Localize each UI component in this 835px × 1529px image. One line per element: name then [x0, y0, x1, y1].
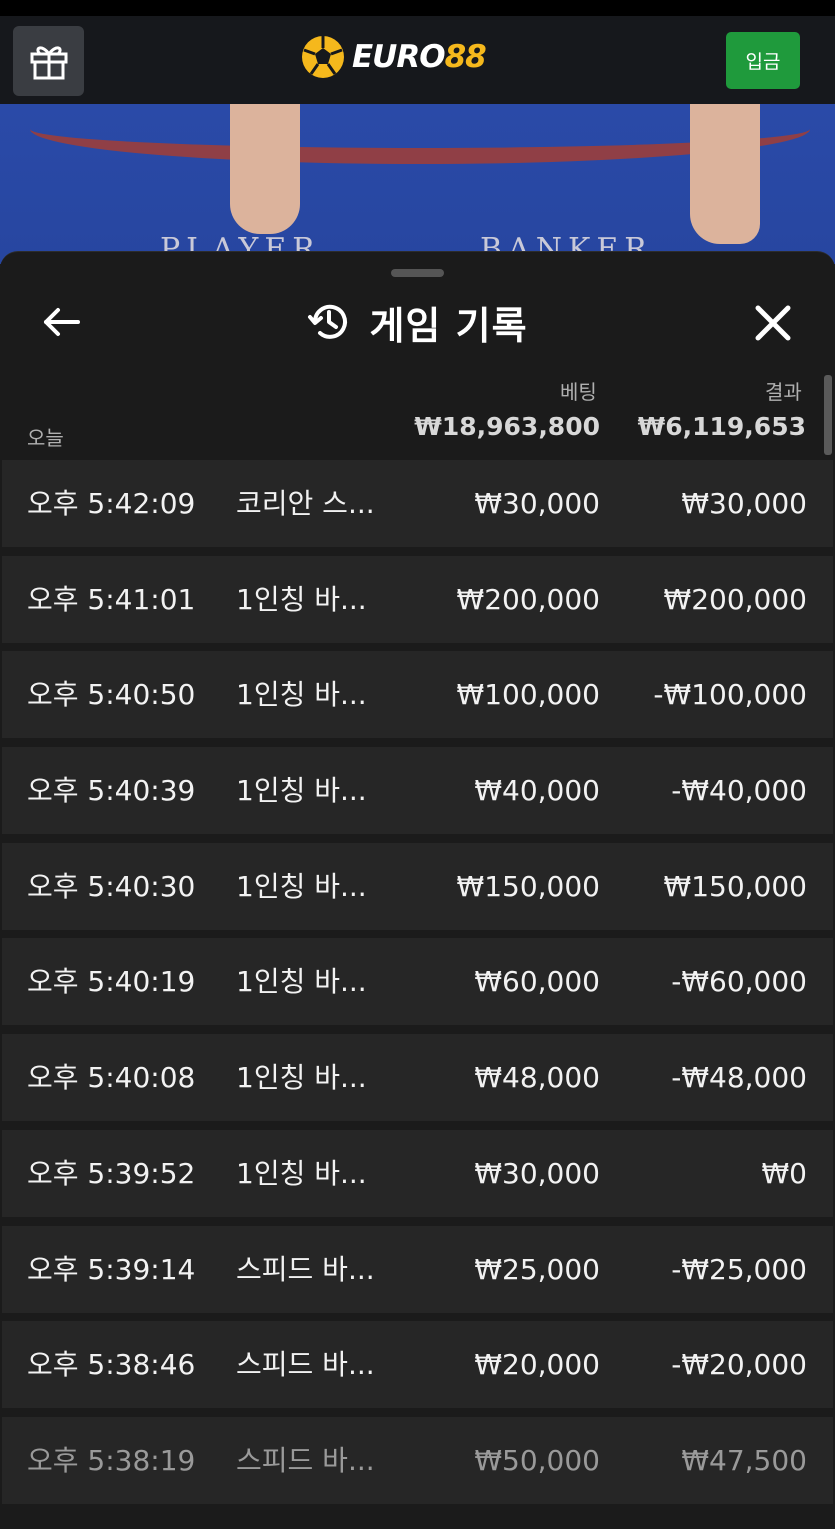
row-game: 1인칭 바... — [236, 869, 367, 903]
table-row[interactable]: 오후 5:40:39 1인칭 바... ₩40,000 -₩40,000 — [2, 747, 833, 835]
gift-button[interactable] — [13, 26, 84, 96]
sheet-title: 게임 기록 — [369, 303, 528, 348]
row-game: 1인칭 바... — [236, 582, 367, 616]
row-time: 오후 5:41:01 — [27, 582, 196, 616]
row-game: 스피드 바... — [236, 1252, 375, 1286]
history-list: 오후 5:42:09 코리안 스... ₩30,000 ₩30,000 오후 5… — [2, 460, 833, 1513]
status-bar — [0, 0, 835, 16]
row-time: 오후 5:40:30 — [27, 869, 196, 903]
table-row[interactable]: 오후 5:42:09 코리안 스... ₩30,000 ₩30,000 — [2, 460, 833, 547]
bet-column-header: 베팅 — [560, 380, 597, 404]
row-game: 1인칭 바... — [236, 774, 367, 808]
row-bet: ₩150,000 — [456, 869, 600, 903]
row-bet: ₩48,000 — [474, 1061, 600, 1095]
total-bet: ₩18,963,800 — [414, 412, 600, 441]
row-bet: ₩30,000 — [474, 1156, 600, 1190]
brand-logo[interactable]: EURO88 — [300, 32, 487, 82]
close-icon — [755, 305, 791, 341]
row-time: 오후 5:38:46 — [27, 1348, 196, 1382]
row-result: ₩47,500 — [681, 1443, 807, 1477]
sheet-header: 게임 기록 — [0, 294, 835, 350]
row-time: 오후 5:40:50 — [27, 678, 196, 712]
row-time: 오후 5:40:08 — [27, 1061, 196, 1095]
app-header: EURO88 입금 — [0, 16, 835, 104]
row-result: ₩200,000 — [663, 582, 807, 616]
scrollbar[interactable] — [824, 375, 832, 455]
table-row[interactable]: 오후 5:40:50 1인칭 바... ₩100,000 -₩100,000 — [2, 651, 833, 739]
row-result: -₩60,000 — [671, 965, 807, 999]
row-game: 1인칭 바... — [236, 678, 367, 712]
drag-handle[interactable] — [391, 269, 444, 277]
table-row[interactable]: 오후 5:38:46 스피드 바... ₩20,000 -₩20,000 — [2, 1321, 833, 1409]
row-result: ₩150,000 — [663, 869, 807, 903]
live-game-background: PLAYER BANKER — [0, 104, 835, 264]
table-row[interactable]: 오후 5:40:30 1인칭 바... ₩150,000 ₩150,000 — [2, 842, 833, 930]
row-bet: ₩100,000 — [456, 678, 600, 712]
deposit-button[interactable]: 입금 — [726, 32, 800, 89]
table-row[interactable]: 오후 5:40:08 1인칭 바... ₩48,000 -₩48,000 — [2, 1034, 833, 1122]
row-game: 스피드 바... — [236, 1348, 375, 1382]
row-result: ₩30,000 — [681, 487, 807, 520]
row-time: 오후 5:38:19 — [27, 1443, 196, 1477]
row-bet: ₩40,000 — [474, 774, 600, 808]
row-bet: ₩60,000 — [474, 965, 600, 999]
row-result: -₩40,000 — [671, 774, 807, 808]
logo-text-88: 88 — [444, 39, 487, 75]
row-bet: ₩25,000 — [474, 1252, 600, 1286]
history-icon — [308, 304, 348, 339]
row-game: 1인칭 바... — [236, 1061, 367, 1095]
row-bet: ₩200,000 — [456, 582, 600, 616]
row-time: 오후 5:40:19 — [27, 965, 196, 999]
row-time: 오후 5:39:14 — [27, 1252, 196, 1286]
row-result: -₩25,000 — [671, 1252, 807, 1286]
total-result: ₩6,119,653 — [637, 412, 806, 441]
table-row[interactable]: 오후 5:39:52 1인칭 바... ₩30,000 ₩0 — [2, 1129, 833, 1217]
logo-text-euro: EURO — [352, 39, 446, 75]
row-result: -₩20,000 — [671, 1348, 807, 1382]
soccer-ball-icon — [302, 36, 344, 78]
logo-text: EURO88 — [352, 39, 487, 75]
today-label: 오늘 — [27, 426, 64, 450]
table-row[interactable]: 오후 5:38:19 스피드 바... ₩50,000 ₩47,500 — [2, 1416, 833, 1504]
table-row[interactable]: 오후 5:39:14 스피드 바... ₩25,000 -₩25,000 — [2, 1225, 833, 1313]
row-game: 코리안 스... — [236, 487, 375, 520]
table-row[interactable]: 오후 5:40:19 1인칭 바... ₩60,000 -₩60,000 — [2, 938, 833, 1026]
dealer-arm-right — [690, 104, 760, 244]
row-bet: ₩20,000 — [474, 1348, 600, 1382]
row-game: 1인칭 바... — [236, 965, 367, 999]
row-bet: ₩30,000 — [474, 487, 600, 520]
row-time: 오후 5:42:09 — [27, 487, 196, 520]
row-time: 오후 5:39:52 — [27, 1156, 196, 1190]
row-time: 오후 5:40:39 — [27, 774, 196, 808]
row-game: 스피드 바... — [236, 1443, 375, 1477]
row-result: -₩48,000 — [671, 1061, 807, 1095]
dealer-arm-left — [230, 104, 300, 234]
row-game: 1인칭 바... — [236, 1156, 367, 1190]
row-bet: ₩50,000 — [474, 1443, 600, 1477]
row-result: ₩0 — [761, 1156, 808, 1190]
gift-icon — [30, 46, 67, 80]
close-button[interactable] — [750, 300, 796, 346]
row-result: -₩100,000 — [653, 678, 807, 712]
result-column-header: 결과 — [765, 380, 802, 404]
table-row[interactable]: 오후 5:41:01 1인칭 바... ₩200,000 ₩200,000 — [2, 555, 833, 643]
game-history-sheet: 게임 기록 베팅 결과 오늘 ₩18,963,800 ₩6,119,653 오후… — [0, 251, 835, 1529]
